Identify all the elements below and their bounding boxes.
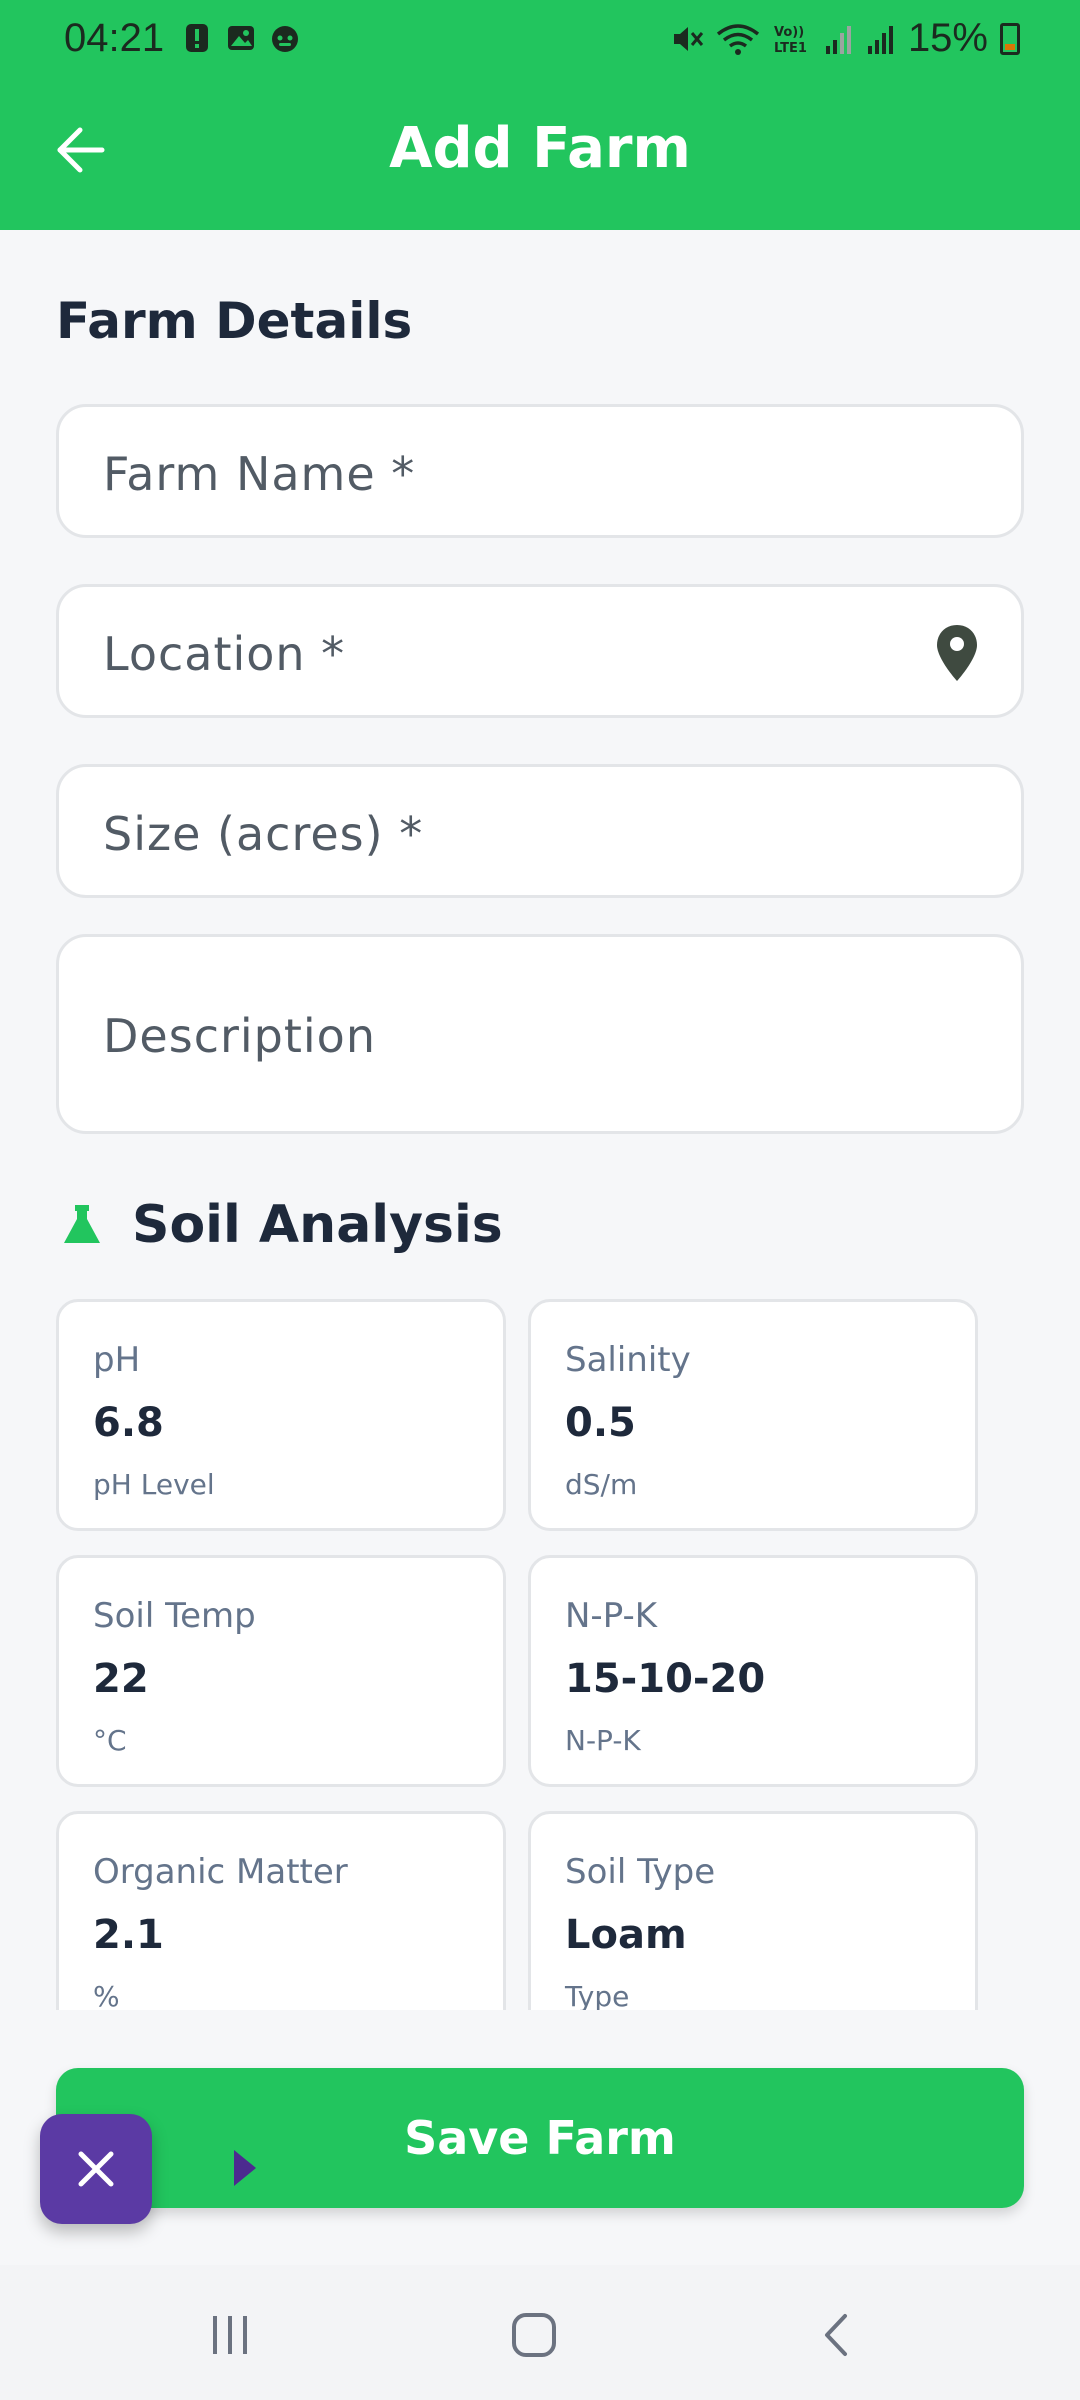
chevron-left-icon	[825, 2314, 847, 2356]
home-icon	[512, 2313, 556, 2357]
card-value: 2.1	[93, 1912, 164, 1958]
face-icon	[272, 26, 298, 52]
card-label: Salinity	[565, 1340, 691, 1380]
soil-card-salinity: Salinity 0.5 dS/m	[528, 1299, 978, 1531]
status-bar: 04:21 Vo)) LTE1 15%	[0, 0, 1080, 80]
header: Add Farm	[0, 90, 1080, 210]
card-value: 15-10-20	[565, 1656, 766, 1702]
location-placeholder: Location *	[103, 627, 346, 681]
card-unit: °C	[93, 1724, 127, 1757]
soil-cards-grid[interactable]: pH 6.8 pH Level Salinity 0.5 dS/m Soil T…	[56, 1295, 1036, 2010]
status-time: 04:21	[64, 16, 165, 60]
description-placeholder: Description	[103, 1009, 376, 1063]
save-farm-button[interactable]: Save Farm	[56, 2068, 1024, 2208]
farm-name-placeholder: Farm Name *	[103, 447, 416, 501]
card-unit: Type	[565, 1980, 630, 2010]
farm-details-title: Farm Details	[56, 292, 413, 350]
soil-card-organic-matter: Organic Matter 2.1 %	[56, 1811, 506, 2010]
card-label: pH	[93, 1340, 141, 1380]
card-unit: %	[93, 1980, 120, 2010]
back-nav-button[interactable]	[798, 2305, 878, 2365]
description-field[interactable]: Description	[56, 934, 1024, 1134]
wifi-icon	[716, 23, 760, 55]
card-value: 6.8	[93, 1400, 164, 1446]
image-icon	[228, 26, 254, 50]
close-icon	[78, 2151, 114, 2187]
recents-button[interactable]	[190, 2305, 270, 2365]
soil-analysis-header: Soil Analysis	[60, 1195, 503, 1255]
card-unit: pH Level	[93, 1468, 215, 1501]
soil-analysis-title: Soil Analysis	[132, 1195, 503, 1255]
soil-card-soil-type: Soil Type Loam Type	[528, 1811, 978, 2010]
battery-icon	[1000, 22, 1020, 55]
status-right: Vo)) LTE1 15%	[670, 16, 1020, 61]
card-unit: dS/m	[565, 1468, 638, 1501]
svg-text:LTE1: LTE1	[774, 41, 807, 56]
card-value: 0.5	[565, 1400, 636, 1446]
card-label: N-P-K	[565, 1596, 658, 1636]
farm-name-field[interactable]: Farm Name *	[56, 404, 1024, 538]
card-value: Loam	[565, 1912, 687, 1958]
soil-card-npk: N-P-K 15-10-20 N-P-K	[528, 1555, 978, 1787]
close-fab-button[interactable]	[40, 2114, 152, 2224]
flask-icon	[64, 1205, 100, 1243]
mute-icon	[673, 26, 704, 51]
alert-icon	[186, 24, 208, 52]
signal-icon	[825, 25, 851, 54]
size-field[interactable]: Size (acres) *	[56, 764, 1024, 898]
size-placeholder: Size (acres) *	[103, 807, 424, 861]
card-label: Soil Temp	[93, 1596, 256, 1636]
page-title: Add Farm	[389, 116, 691, 181]
card-label: Organic Matter	[93, 1852, 348, 1892]
location-field[interactable]: Location *	[56, 584, 1024, 718]
signal-icon	[867, 25, 893, 54]
svg-text:Vo)): Vo))	[774, 25, 804, 40]
expand-caret-icon[interactable]	[234, 2150, 256, 2186]
card-unit: N-P-K	[565, 1724, 641, 1757]
card-value: 22	[93, 1656, 149, 1702]
location-pin-icon[interactable]	[935, 623, 979, 683]
soil-card-temp: Soil Temp 22 °C	[56, 1555, 506, 1787]
card-label: Soil Type	[565, 1852, 716, 1892]
soil-card-ph: pH 6.8 pH Level	[56, 1299, 506, 1531]
volte-icon: Vo))LTE1	[774, 25, 807, 56]
recents-icon	[213, 2316, 247, 2354]
status-left-icons	[182, 22, 300, 54]
app-bar: 04:21 Vo)) LTE1 15% Add Farm	[0, 0, 1080, 230]
save-farm-label: Save Farm	[404, 2111, 676, 2165]
home-button[interactable]	[494, 2305, 574, 2365]
system-nav-bar	[0, 2265, 1080, 2400]
battery-percent: 15%	[907, 16, 988, 60]
